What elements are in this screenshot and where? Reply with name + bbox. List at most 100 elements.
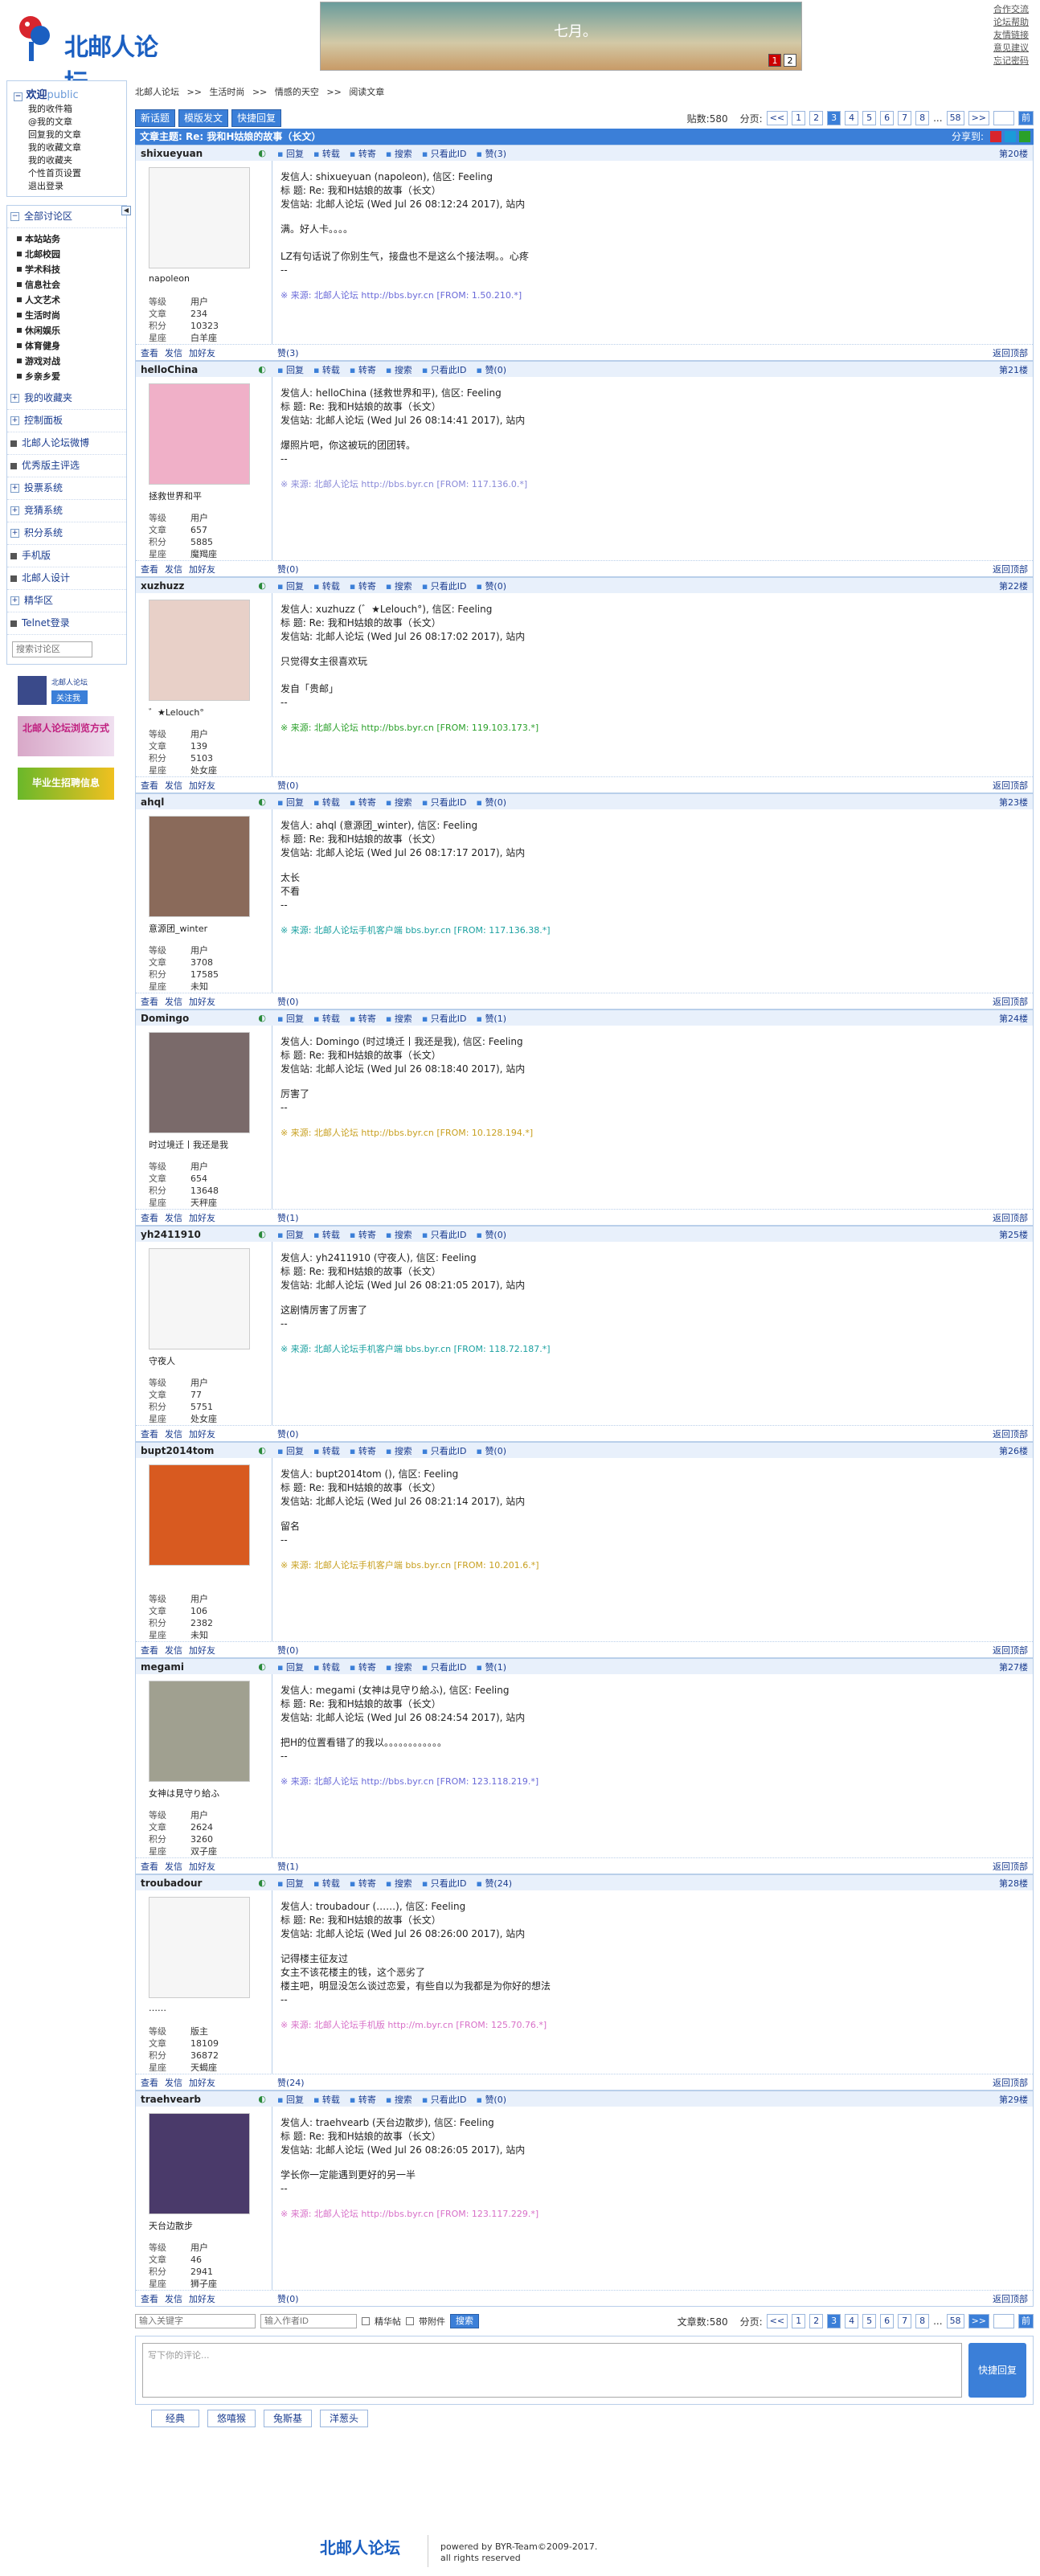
add-friend-link[interactable]: 加好友 [189, 1427, 215, 1440]
avatar[interactable] [149, 1248, 250, 1349]
emoji-tab[interactable]: 悠嘻猴 [207, 2410, 256, 2427]
page-link[interactable]: 4 [845, 111, 859, 125]
board-link[interactable]: 体育健身 [7, 338, 126, 354]
like-action[interactable]: 赞(0) [476, 2093, 506, 2106]
floor-number[interactable]: 第21楼 [999, 363, 1033, 376]
expand-icon[interactable]: + [10, 506, 19, 515]
page-link[interactable]: 58 [946, 2314, 964, 2328]
author-id[interactable]: yh2411910 [141, 1229, 201, 1240]
floor-number[interactable]: 第29楼 [999, 2093, 1033, 2106]
like-action[interactable]: 赞(0) [476, 1444, 506, 1457]
like-count[interactable]: 赞(0) [272, 563, 299, 575]
like-action[interactable]: 赞(0) [476, 1228, 506, 1241]
send-message-link[interactable]: 发信 [165, 2076, 182, 2089]
board-link[interactable]: 人文艺术 [7, 293, 126, 308]
back-to-top-link[interactable]: 返回顶部 [993, 995, 1033, 1008]
post-author[interactable]: ahql ◐ [136, 797, 272, 808]
forward-action[interactable]: 转载 [313, 1444, 340, 1457]
view-profile-link[interactable]: 查看 [141, 2292, 158, 2305]
collapse-icon[interactable]: − [10, 212, 19, 221]
page-link[interactable]: 8 [915, 111, 930, 125]
like-count[interactable]: 赞(1) [272, 1860, 299, 1873]
sidebar-item[interactable]: + 积分系统 [7, 522, 126, 545]
add-friend-link[interactable]: 加好友 [189, 1211, 215, 1224]
board-link[interactable]: 信息社会 [7, 277, 126, 293]
post-author[interactable]: troubadour ◐ [136, 1878, 272, 1889]
board-search-input[interactable] [12, 641, 92, 657]
promo-browse[interactable]: 北邮人论坛浏览方式 [6, 716, 127, 756]
like-action[interactable]: 赞(0) [476, 363, 506, 376]
board-link[interactable]: 游戏对战 [7, 354, 126, 369]
board-link[interactable]: 乡亲乡爱 [7, 369, 126, 384]
post-author[interactable]: shixueyuan ◐ [136, 148, 272, 159]
avatar[interactable] [149, 167, 250, 268]
repost-action[interactable]: 转寄 [350, 1228, 376, 1241]
back-to-top-link[interactable]: 返回顶部 [993, 779, 1033, 792]
share-wechat-icon[interactable] [1019, 131, 1030, 142]
only-author-action[interactable]: 只看此ID [422, 1877, 467, 1890]
add-friend-link[interactable]: 加好友 [189, 1860, 215, 1873]
post-author[interactable]: yh2411910 ◐ [136, 1229, 272, 1240]
forward-action[interactable]: 转载 [313, 796, 340, 809]
avatar[interactable] [149, 1897, 250, 1998]
only-author-action[interactable]: 只看此ID [422, 147, 467, 160]
page-link[interactable]: 6 [880, 111, 895, 125]
only-author-action[interactable]: 只看此ID [422, 1444, 467, 1457]
follow-button[interactable]: 关注我 [51, 690, 88, 704]
view-profile-link[interactable]: 查看 [141, 346, 158, 359]
send-message-link[interactable]: 发信 [165, 779, 182, 792]
banner-ad[interactable]: 七月。 1 2 [320, 2, 802, 71]
author-id[interactable]: megami [141, 1661, 184, 1673]
page-link[interactable]: << [766, 111, 788, 125]
forward-action[interactable]: 转载 [313, 147, 340, 160]
search-action[interactable]: 搜索 [386, 796, 412, 809]
page-link[interactable]: 8 [915, 2314, 930, 2328]
back-to-top-link[interactable]: 返回顶部 [993, 1860, 1033, 1873]
add-friend-link[interactable]: 加好友 [189, 779, 215, 792]
search-button[interactable]: 搜索 [450, 2314, 479, 2328]
top-link[interactable]: 忘记密码 [993, 55, 1029, 68]
post-author[interactable]: helloChina ◐ [136, 364, 272, 375]
repost-action[interactable]: 转寄 [350, 147, 376, 160]
floor-number[interactable]: 第24楼 [999, 1012, 1033, 1025]
top-link[interactable]: 论坛帮助 [993, 16, 1029, 29]
back-to-top-link[interactable]: 返回顶部 [993, 1427, 1033, 1440]
reply-action[interactable]: 回复 [277, 1444, 304, 1457]
repost-action[interactable]: 转寄 [350, 1661, 376, 1673]
user-link[interactable]: 个性首页设置 [10, 167, 123, 180]
user-link[interactable]: 我的收藏文章 [10, 141, 123, 154]
forward-action[interactable]: 转载 [313, 1228, 340, 1241]
view-profile-link[interactable]: 查看 [141, 1644, 158, 1657]
like-count[interactable]: 赞(0) [272, 2292, 299, 2305]
search-action[interactable]: 搜索 [386, 1228, 412, 1241]
sidebar-item[interactable]: + 精华区 [7, 590, 126, 612]
add-friend-link[interactable]: 加好友 [189, 1644, 215, 1657]
repost-action[interactable]: 转寄 [350, 579, 376, 592]
author-id[interactable]: troubadour [141, 1878, 202, 1889]
send-message-link[interactable]: 发信 [165, 1860, 182, 1873]
digest-checkbox[interactable] [362, 2317, 370, 2325]
keyword-search-input[interactable] [135, 2314, 256, 2328]
back-to-top-link[interactable]: 返回顶部 [993, 2076, 1033, 2089]
page-link[interactable]: << [766, 2314, 788, 2328]
avatar[interactable] [149, 1032, 250, 1133]
repost-action[interactable]: 转寄 [350, 796, 376, 809]
reply-action[interactable]: 回复 [277, 363, 304, 376]
floor-number[interactable]: 第27楼 [999, 1661, 1033, 1673]
only-author-action[interactable]: 只看此ID [422, 1012, 467, 1025]
share-weibo-icon[interactable] [990, 131, 1001, 142]
post-author[interactable]: xuzhuzz ◐ [136, 580, 272, 592]
expand-icon[interactable]: + [10, 416, 19, 425]
page-link[interactable]: 58 [946, 111, 964, 125]
crumb-link[interactable]: 北邮人论坛 [135, 87, 179, 97]
avatar[interactable] [149, 1681, 250, 1782]
user-link[interactable]: 我的收件箱 [10, 103, 123, 116]
page-link[interactable]: >> [968, 2314, 989, 2328]
only-author-action[interactable]: 只看此ID [422, 1228, 467, 1241]
like-count[interactable]: 赞(24) [272, 2076, 305, 2089]
view-profile-link[interactable]: 查看 [141, 1860, 158, 1873]
page-link[interactable]: 2 [809, 2314, 824, 2328]
only-author-action[interactable]: 只看此ID [422, 2093, 467, 2106]
search-action[interactable]: 搜索 [386, 1877, 412, 1890]
search-action[interactable]: 搜索 [386, 363, 412, 376]
